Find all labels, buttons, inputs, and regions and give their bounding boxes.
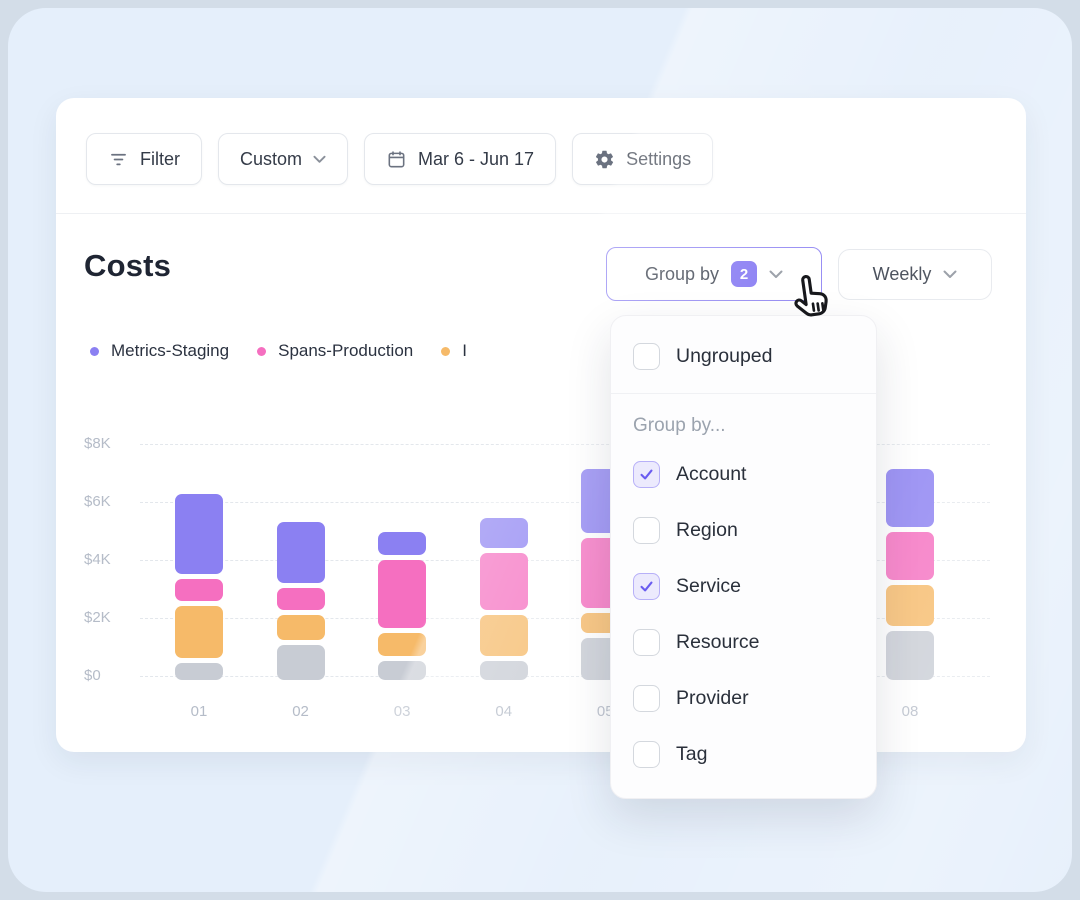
dropdown-section-label: Group by... — [633, 414, 854, 438]
settings-button[interactable]: Settings — [572, 133, 713, 185]
gear-icon — [594, 149, 615, 170]
groupby-options: Account Region Service Resource Provider Tag — [611, 446, 876, 782]
dropdown-option-tag[interactable]: Tag — [611, 726, 876, 782]
checkbox[interactable] — [633, 741, 660, 768]
dropdown-option-provider[interactable]: Provider — [611, 670, 876, 726]
y-axis-label: $0 — [84, 666, 132, 686]
chart-legend: Metrics-Staging Spans-Production I — [90, 341, 467, 361]
bar-segment[interactable] — [886, 469, 934, 527]
dropdown-option-region[interactable]: Region — [611, 502, 876, 558]
dropdown-option-label: Service — [676, 575, 741, 598]
check-icon — [638, 578, 655, 595]
dropdown-option-service[interactable]: Service — [611, 558, 876, 614]
legend-label: Spans-Production — [278, 341, 413, 361]
x-axis-label: 01 — [169, 702, 229, 722]
x-axis-label: 03 — [372, 702, 432, 722]
legend-dot-icon — [257, 347, 266, 356]
checkbox[interactable] — [633, 573, 660, 600]
bar-segment[interactable] — [378, 633, 426, 656]
y-axis-label: $6K — [84, 492, 132, 512]
group-by-dropdown-menu: Ungrouped Group by... Account Region Servi… — [610, 315, 877, 799]
legend-item[interactable]: Metrics-Staging — [90, 341, 229, 361]
checkbox[interactable] — [633, 343, 660, 370]
y-axis-label: $4K — [84, 550, 132, 570]
legend-dot-icon — [90, 347, 99, 356]
dropdown-option-account[interactable]: Account — [611, 446, 876, 502]
interval-dropdown-button[interactable]: Weekly — [838, 249, 992, 300]
bar-segment[interactable] — [277, 615, 325, 640]
y-axis-label: $2K — [84, 608, 132, 628]
bar-segment[interactable] — [480, 661, 528, 680]
filter-button-label: Filter — [140, 149, 180, 170]
calendar-icon — [386, 149, 407, 170]
x-axis-label: 02 — [271, 702, 331, 722]
dropdown-option-label: Region — [676, 519, 738, 542]
date-range-button[interactable]: Mar 6 - Jun 17 — [364, 133, 556, 185]
y-axis-label: $8K — [84, 434, 132, 454]
dropdown-option-label: Tag — [676, 743, 707, 766]
bar-segment[interactable] — [378, 532, 426, 555]
filter-icon — [108, 149, 129, 170]
bar-segment[interactable] — [277, 588, 325, 610]
chevron-down-icon — [769, 270, 783, 279]
bar-segment[interactable] — [277, 522, 325, 583]
filter-button[interactable]: Filter — [86, 133, 202, 185]
chevron-down-icon — [313, 155, 326, 164]
costs-card: Filter Custom Mar 6 - Jun 17 Settings Co… — [56, 98, 1026, 752]
bar-segment[interactable] — [378, 661, 426, 680]
bar-segment[interactable] — [175, 663, 223, 680]
toolbar: Filter Custom Mar 6 - Jun 17 Settings — [86, 133, 713, 185]
interval-label: Weekly — [873, 264, 932, 285]
custom-dropdown-label: Custom — [240, 149, 302, 170]
bar-segment[interactable] — [886, 585, 934, 626]
chevron-down-icon — [943, 270, 957, 279]
dropdown-option-resource[interactable]: Resource — [611, 614, 876, 670]
group-by-count-badge: 2 — [731, 261, 757, 287]
x-axis-label: 04 — [474, 702, 534, 722]
legend-dot-icon — [441, 347, 450, 356]
bar-segment[interactable] — [175, 606, 223, 658]
dropdown-option-label: Resource — [676, 631, 759, 654]
bar-segment[interactable] — [480, 553, 528, 610]
legend-label: I — [462, 341, 467, 361]
dropdown-divider — [611, 393, 876, 394]
dropdown-option-label: Ungrouped — [676, 345, 773, 368]
group-by-label: Group by — [645, 264, 719, 285]
dropdown-option-label: Account — [676, 463, 746, 486]
bar-segment[interactable] — [886, 631, 934, 680]
bar-segment[interactable] — [480, 615, 528, 656]
legend-item[interactable]: I — [441, 341, 467, 361]
checkbox[interactable] — [633, 461, 660, 488]
bar-segment[interactable] — [175, 494, 223, 574]
settings-button-label: Settings — [626, 149, 691, 170]
bar-segment[interactable] — [480, 518, 528, 548]
bar-segment[interactable] — [886, 532, 934, 580]
bar-segment[interactable] — [378, 560, 426, 628]
x-axis-label: 08 — [880, 702, 940, 722]
checkbox[interactable] — [633, 517, 660, 544]
check-icon — [638, 466, 655, 483]
group-by-button[interactable]: Group by 2 — [606, 247, 822, 301]
legend-item[interactable]: Spans-Production — [257, 341, 413, 361]
checkbox[interactable] — [633, 629, 660, 656]
checkbox[interactable] — [633, 685, 660, 712]
dropdown-option-ungrouped[interactable]: Ungrouped — [611, 316, 876, 393]
legend-label: Metrics-Staging — [111, 341, 229, 361]
page-title: Costs — [84, 248, 171, 284]
custom-dropdown-button[interactable]: Custom — [218, 133, 348, 185]
toolbar-divider — [56, 213, 1026, 214]
date-range-label: Mar 6 - Jun 17 — [418, 149, 534, 170]
dropdown-option-label: Provider — [676, 687, 749, 710]
bar-segment[interactable] — [277, 645, 325, 680]
chart-plot: $8K$6K$4K$2K$00102030405060708 — [56, 98, 1026, 752]
bar-segment[interactable] — [175, 579, 223, 601]
